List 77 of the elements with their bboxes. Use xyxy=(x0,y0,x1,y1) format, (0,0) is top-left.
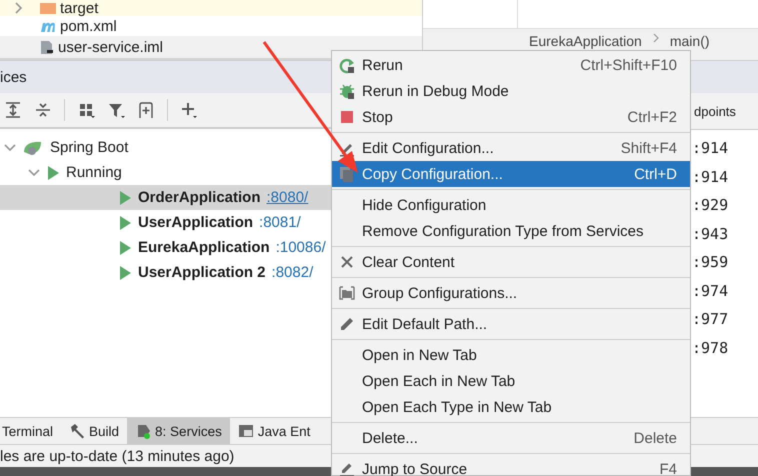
hammer-icon xyxy=(69,423,86,439)
run-icon xyxy=(118,214,132,230)
shortcut-text: Shift+F4 xyxy=(620,140,678,156)
app-name[interactable]: UserApplication xyxy=(138,214,254,231)
tab-label[interactable]: dpoints xyxy=(694,104,736,118)
app-name[interactable]: UserApplication 2 xyxy=(138,264,266,281)
chevron-icon[interactable] xyxy=(4,142,16,152)
port-link[interactable]: :8082/ xyxy=(272,264,314,281)
status-message: les are up-to-date (13 minutes ago) xyxy=(0,448,234,464)
file-name[interactable]: target xyxy=(60,0,98,16)
log-text: :914 xyxy=(692,166,730,188)
shortcut-text: F4 xyxy=(659,460,678,476)
group-icon[interactable] xyxy=(77,101,95,119)
shortcut-text: Ctrl+D xyxy=(634,166,678,182)
menu-item[interactable]: Clear Content xyxy=(332,249,690,275)
filter-icon[interactable] xyxy=(107,101,125,119)
port-link[interactable]: :10086/ xyxy=(276,239,326,256)
shortcut-text: Ctrl+Shift+F10 xyxy=(580,56,678,74)
log-text: :959 xyxy=(692,252,730,274)
expand-all-icon[interactable] xyxy=(4,101,22,119)
log-text: :943 xyxy=(692,224,730,245)
add-icon[interactable] xyxy=(180,101,198,119)
menu-item[interactable]: Open in New Tab xyxy=(332,342,690,368)
tool-window-tab[interactable]: Terminal xyxy=(0,418,62,444)
menu-item[interactable]: Stop Ctrl+F2 xyxy=(332,104,690,130)
menu-item[interactable]: Rerun in Debug Mode xyxy=(332,78,690,104)
add-to-frame-icon[interactable] xyxy=(137,101,155,119)
pencil-icon xyxy=(339,316,355,332)
run-icon xyxy=(46,164,60,180)
run-icon xyxy=(118,240,132,256)
folder-bracket-icon xyxy=(339,284,355,302)
app-name[interactable]: OrderApplication xyxy=(138,189,261,206)
services-icon xyxy=(135,423,152,439)
rerun-icon xyxy=(339,56,355,74)
chevron-icon[interactable] xyxy=(14,2,24,14)
chevron-icon xyxy=(652,33,660,43)
file-icon xyxy=(39,40,55,54)
log-text: :977 xyxy=(692,309,730,330)
chevron-icon[interactable] xyxy=(28,168,40,178)
window-icon xyxy=(238,423,254,439)
collapse-all-icon[interactable] xyxy=(34,101,52,119)
run-icon xyxy=(118,190,132,206)
stop-icon xyxy=(339,108,355,126)
tool-window-tab[interactable]: Java Ent xyxy=(230,418,318,444)
breadcrumb-item[interactable]: EurekaApplication xyxy=(529,33,642,49)
menu-item[interactable]: Remove Configuration Type from Services xyxy=(332,218,690,244)
panel-title: ices xyxy=(0,68,27,86)
copy-icon xyxy=(339,166,355,182)
menu-item[interactable]: Edit Default Path... xyxy=(332,311,690,337)
app-name[interactable]: EurekaApplication xyxy=(138,239,270,256)
tool-window-tab[interactable]: Build xyxy=(61,418,128,444)
pencil-icon xyxy=(339,460,355,476)
bug-icon xyxy=(339,82,355,100)
menu-item[interactable]: Open Each Type in New Tab xyxy=(332,394,690,420)
leaf-icon xyxy=(22,140,44,156)
log-text: :974 xyxy=(692,280,730,302)
tool-window-tab[interactable]: 8: Services xyxy=(127,418,230,444)
menu-item[interactable]: Group Configurations... xyxy=(332,280,690,306)
breadcrumb-item[interactable]: main() xyxy=(670,33,710,49)
run-icon xyxy=(118,264,132,280)
shortcut-text: Delete xyxy=(634,430,678,446)
shortcut-text: Ctrl+F2 xyxy=(627,108,678,126)
file-name[interactable]: pom.xml xyxy=(60,18,117,34)
port-link[interactable]: :8081/ xyxy=(259,214,301,231)
menu-item[interactable]: Rerun Ctrl+Shift+F10 xyxy=(332,52,690,78)
log-text: :914 xyxy=(692,138,730,160)
file-name[interactable]: user-service.iml xyxy=(58,38,164,56)
port-link[interactable]: :8080/ xyxy=(266,189,308,206)
tree-label[interactable]: Running xyxy=(66,164,122,181)
tree-label[interactable]: Spring Boot xyxy=(50,139,128,156)
menu-item[interactable]: Copy Configuration... Ctrl+D xyxy=(332,161,690,187)
menu-item[interactable]: Open Each in New Tab xyxy=(332,368,690,394)
folder-icon xyxy=(39,1,57,15)
log-text: :978 xyxy=(692,338,730,359)
close-icon xyxy=(339,254,355,270)
menu-item[interactable]: Delete... Delete xyxy=(332,425,690,451)
log-text: :929 xyxy=(692,195,730,216)
